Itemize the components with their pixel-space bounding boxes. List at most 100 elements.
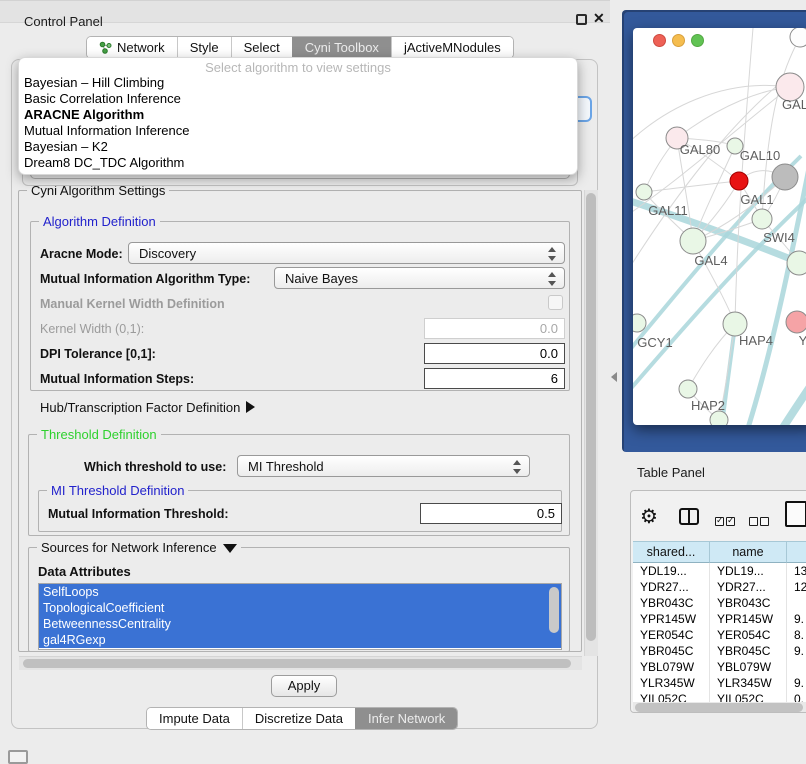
manual-kernel-checkbox[interactable] [548,295,563,310]
horizontal-scrollbar-thumb[interactable] [23,659,571,668]
aracne-mode-value: Discovery [139,246,196,261]
document-icon[interactable] [785,501,806,527]
panel-divider-collapse-arrow[interactable] [611,372,617,382]
network-node[interactable] [790,28,806,47]
deselect-all-icon[interactable] [749,513,771,531]
table-row[interactable]: YLR345WYLR345W9. [633,675,806,691]
table-row[interactable]: YBL079WYBL079W [633,659,806,675]
select-all-icon[interactable] [715,513,737,531]
data-attribute-item[interactable]: TopologicalCoefficient [39,600,561,616]
network-node-y[interactable] [786,311,806,333]
hub-definition-label: Hub/Transcription Factor Definition [40,400,240,415]
network-icon [99,41,112,54]
tab-infer-network[interactable]: Infer Network [355,708,457,729]
close-icon[interactable]: ✕ [593,10,605,27]
node-label: HAP4 [739,333,773,348]
data-attribute-item[interactable]: BetweennessCentrality [39,616,561,632]
table-cell: 9. [787,643,806,659]
mi-steps-input[interactable]: 6 [424,368,565,389]
tab-discretize-data[interactable]: Discretize Data [242,708,355,729]
tab-impute-data[interactable]: Impute Data [147,708,242,729]
table-cell: YBL079W [710,659,787,675]
node-label: GAL [782,97,806,112]
node-label: GAL80 [680,142,720,157]
table-row[interactable]: YDR27...YDR27...12 [633,579,806,595]
table-hscrollbar-thumb[interactable] [635,703,803,712]
table-cell [787,595,806,611]
sources-group-title[interactable]: Sources for Network Inference [37,540,241,555]
split-view-icon[interactable] [679,508,699,525]
network-node-gal1[interactable] [752,209,772,229]
algorithm-option[interactable]: Bayesian – K2 [19,139,577,155]
mi-type-select[interactable]: Naive Bayes [274,267,565,289]
mi-type-label: Mutual Information Algorithm Type: [40,272,250,286]
kernel-width-input[interactable]: 0.0 [424,318,565,339]
algorithm-option[interactable]: Mutual Information Inference [19,123,577,139]
aracne-mode-select[interactable]: Discovery [128,242,565,264]
bottom-tabs: Impute Data Discretize Data Infer Network [146,707,458,730]
column-header[interactable]: name [710,541,787,563]
which-threshold-value: MI Threshold [248,459,324,474]
dpi-tolerance-input[interactable]: 0.0 [424,343,565,364]
network-node[interactable] [772,164,798,190]
node-label: GAL4 [694,253,727,268]
data-attribute-item[interactable]: gal4RGexp [39,632,561,648]
control-panel-tabs: NetworkStyle Select Cyni Toolbox jActiveMNo… [86,36,514,59]
network-node[interactable] [710,411,728,425]
tab-label: Impute Data [159,708,230,729]
data-attribute-item[interactable]: SelfLoops [39,584,561,600]
mi-threshold-input[interactable]: 0.5 [420,503,562,524]
table-row[interactable]: YBR043CYBR043C [633,595,806,611]
network-node[interactable] [730,172,748,190]
table-cell: 8. [787,627,806,643]
data-attributes-list[interactable]: SelfLoopsTopologicalCoefficientBetweenne… [38,583,562,650]
spinner-arrows-icon [513,460,521,474]
table-cell [787,659,806,675]
vertical-scrollbar-thumb[interactable] [586,193,596,641]
node-label: Y [799,333,806,348]
table-cell: YER054C [633,627,710,643]
data-attributes-label: Data Attributes [38,564,131,579]
network-canvas[interactable]: GALGAL80GAL10GAL1GAL11SWI4GAL4GCY1HAP4YH… [633,28,806,425]
column-header[interactable]: A [787,541,806,563]
table-cell: 0. [787,691,806,702]
gear-icon[interactable]: ⚙ [640,504,658,529]
node-label: SWI4 [763,230,795,245]
network-node-swi4[interactable] [787,251,806,275]
table-panel-title: Table Panel [637,465,705,480]
mi-threshold-label: Mutual Information Threshold: [48,507,229,521]
threshold-definition-title: Threshold Definition [37,427,161,442]
algorithm-option[interactable]: ARACNE Algorithm [19,107,577,123]
algorithm-option[interactable]: Bayesian – Hill Climbing [19,75,577,91]
tab-style[interactable]: Style [177,37,231,58]
network-window[interactable]: GALGAL80GAL10GAL1GAL11SWI4GAL4GCY1HAP4YH… [633,28,806,425]
tab-label: Select [244,37,280,58]
table-hscrollbar-track[interactable] [633,702,806,713]
table-row[interactable]: YIL052CYIL052C0. [633,691,806,702]
network-view-frame[interactable]: GALGAL80GAL10GAL1GAL11SWI4GAL4GCY1HAP4YH… [622,10,806,452]
network-node-gcy1[interactable] [633,314,646,332]
tab-network[interactable]: Network [87,37,177,58]
table-row[interactable]: YER054CYER054C8. [633,627,806,643]
network-node-hap2[interactable] [679,380,697,398]
table-cell: YIL052C [633,691,710,702]
apply-button[interactable]: Apply [271,675,337,697]
tab-label: Cyni Toolbox [305,37,379,58]
network-node-gal11[interactable] [636,184,652,200]
tab-jactivemnodules[interactable]: jActiveMNodules [391,37,513,58]
table-row[interactable]: YBR045CYBR045C9. [633,643,806,659]
column-header[interactable]: shared... [633,541,710,563]
network-node-gal4[interactable] [680,228,706,254]
table-cell: YBR043C [710,595,787,611]
tab-cyni-toolbox[interactable]: Cyni Toolbox [292,37,391,58]
table-row[interactable]: YPR145WYPR145W9. [633,611,806,627]
list-scrollbar[interactable] [549,587,559,633]
tab-label: Infer Network [368,708,445,729]
hub-definition-section[interactable]: Hub/Transcription Factor Definition [40,400,255,415]
float-window-icon[interactable] [576,14,587,25]
table-row[interactable]: YDL19...YDL19...13 [633,563,806,579]
algorithm-option[interactable]: Dream8 DC_TDC Algorithm [19,155,577,171]
which-threshold-select[interactable]: MI Threshold [237,455,530,477]
algorithm-option[interactable]: Basic Correlation Inference [19,91,577,107]
tab-select[interactable]: Select [231,37,292,58]
